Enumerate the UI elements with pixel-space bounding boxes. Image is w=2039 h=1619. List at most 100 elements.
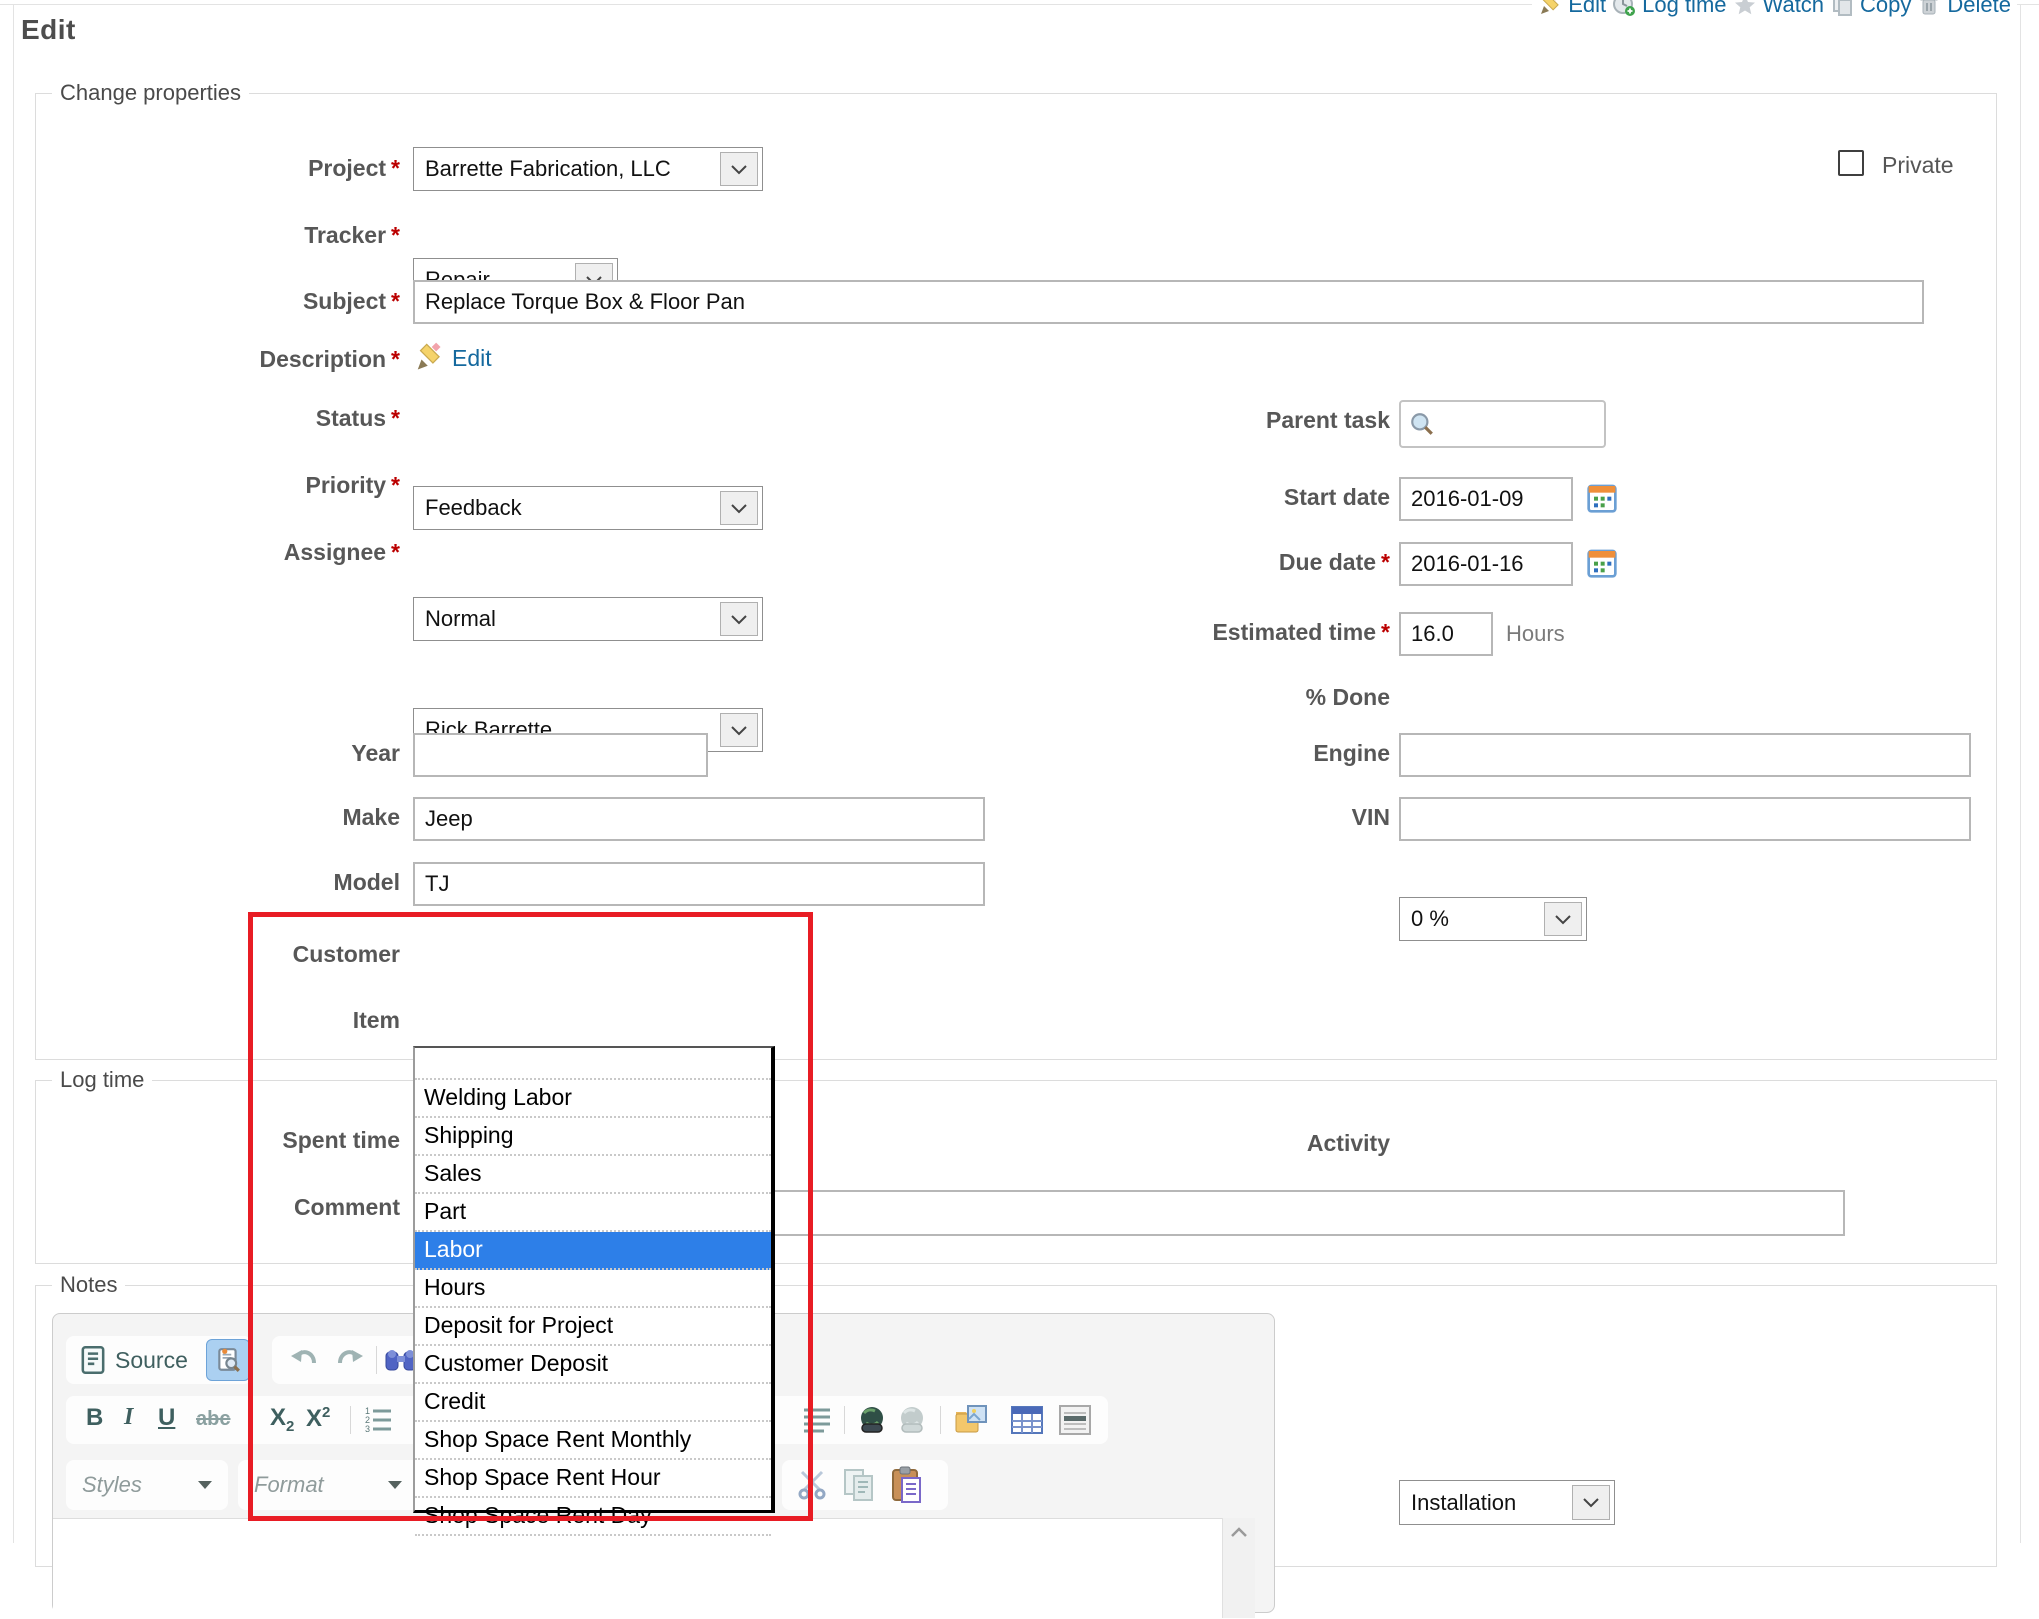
priority-label: Priority* bbox=[70, 472, 400, 499]
private-checkbox[interactable] bbox=[1838, 150, 1864, 176]
preview-button[interactable] bbox=[206, 1339, 250, 1381]
dropdown-option[interactable]: Shop Space Rent Day bbox=[415, 1498, 771, 1536]
toolbar-separator bbox=[940, 1406, 941, 1434]
superscript-button[interactable]: X2 bbox=[306, 1404, 330, 1433]
dropdown-option[interactable]: Sales bbox=[415, 1156, 771, 1194]
engine-label: Engine bbox=[1060, 740, 1390, 767]
priority-select[interactable]: Normal bbox=[413, 597, 763, 641]
unlink-icon[interactable] bbox=[896, 1404, 928, 1436]
redo-icon bbox=[334, 1347, 366, 1373]
trash-icon bbox=[1917, 0, 1941, 17]
cut-icon[interactable] bbox=[796, 1470, 828, 1500]
customer-label: Customer bbox=[70, 941, 400, 968]
description-label: Description* bbox=[70, 346, 400, 373]
assignee-label: Assignee* bbox=[70, 539, 400, 566]
styles-combo[interactable]: Styles bbox=[66, 1460, 228, 1510]
format-combo[interactable]: Format bbox=[238, 1460, 420, 1510]
page-right-border bbox=[2020, 4, 2021, 1543]
dropdown-option[interactable]: Shop Space Rent Monthly bbox=[415, 1422, 771, 1460]
log-time-legend: Log time bbox=[52, 1067, 152, 1093]
editor-scrollbar[interactable] bbox=[1222, 1518, 1255, 1618]
preview-icon bbox=[215, 1347, 241, 1373]
italic-button[interactable]: I bbox=[124, 1404, 133, 1431]
chevron-down-icon[interactable] bbox=[720, 152, 758, 186]
vin-label: VIN bbox=[1060, 804, 1390, 831]
undo-icon bbox=[288, 1347, 320, 1373]
start-date-input[interactable] bbox=[1399, 477, 1573, 521]
comment-label: Comment bbox=[70, 1194, 400, 1221]
vin-input[interactable] bbox=[1399, 797, 1971, 841]
due-date-input[interactable] bbox=[1399, 542, 1573, 586]
calendar-icon[interactable] bbox=[1586, 547, 1618, 579]
estimated-time-label: Estimated time* bbox=[1060, 619, 1390, 646]
chevron-down-icon[interactable] bbox=[720, 602, 758, 636]
dropdown-option[interactable] bbox=[415, 1048, 771, 1080]
paste-icon[interactable] bbox=[890, 1466, 924, 1504]
subject-input[interactable] bbox=[413, 280, 1924, 324]
item-label: Item bbox=[70, 1007, 400, 1034]
image-icon[interactable] bbox=[954, 1404, 990, 1436]
underline-button[interactable]: U bbox=[158, 1404, 175, 1432]
clock-plus-icon bbox=[1612, 0, 1636, 17]
status-label: Status* bbox=[70, 405, 400, 432]
dropdown-option[interactable]: Deposit for Project bbox=[415, 1308, 771, 1346]
engine-input[interactable] bbox=[1399, 733, 1971, 777]
scroll-up-icon[interactable] bbox=[1230, 1526, 1248, 1538]
toolbar-separator bbox=[844, 1406, 845, 1434]
strikethrough-button[interactable]: abc bbox=[196, 1408, 230, 1431]
undo-button[interactable] bbox=[288, 1347, 320, 1373]
delete-action[interactable]: Delete bbox=[1917, 0, 2011, 18]
copy-pages-icon[interactable] bbox=[842, 1468, 876, 1502]
subject-label: Subject* bbox=[70, 288, 400, 315]
log-time-action[interactable]: Log time bbox=[1612, 0, 1726, 18]
numbered-list-icon[interactable]: 123 bbox=[364, 1406, 394, 1434]
star-icon bbox=[1733, 0, 1757, 17]
dropdown-option[interactable]: Customer Deposit bbox=[415, 1346, 771, 1384]
document-lines-icon[interactable] bbox=[1058, 1404, 1092, 1436]
make-input[interactable] bbox=[413, 797, 985, 841]
log-time-fieldset: Log time bbox=[35, 1080, 1997, 1264]
toolbar-separator bbox=[350, 1406, 351, 1434]
bold-button[interactable]: B bbox=[86, 1404, 103, 1432]
chevron-down-icon[interactable] bbox=[720, 713, 758, 747]
estimated-time-input[interactable] bbox=[1399, 612, 1493, 656]
dropdown-option[interactable]: Shipping bbox=[415, 1118, 771, 1156]
toolbar-separator bbox=[252, 1406, 253, 1434]
required-asterisk: * bbox=[1376, 619, 1390, 645]
parent-task-input[interactable] bbox=[1399, 400, 1606, 448]
dropdown-option[interactable]: Hours bbox=[415, 1270, 771, 1308]
toolbar-separator bbox=[376, 1346, 377, 1374]
year-label: Year bbox=[70, 740, 400, 767]
required-asterisk: * bbox=[386, 539, 400, 565]
table-icon[interactable] bbox=[1010, 1404, 1044, 1436]
link-icon[interactable] bbox=[856, 1404, 888, 1436]
copy-action[interactable]: Copy bbox=[1830, 0, 1911, 18]
model-input[interactable] bbox=[413, 862, 985, 906]
dropdown-option[interactable]: Part bbox=[415, 1194, 771, 1232]
percent-done-select[interactable]: 0 % bbox=[1399, 897, 1587, 941]
dropdown-option[interactable]: Welding Labor bbox=[415, 1080, 771, 1118]
calendar-icon[interactable] bbox=[1586, 482, 1618, 514]
status-select[interactable]: Feedback bbox=[413, 486, 763, 530]
year-input[interactable] bbox=[413, 733, 708, 777]
dropdown-option-selected[interactable]: Labor bbox=[415, 1232, 771, 1270]
redo-button[interactable] bbox=[334, 1347, 366, 1373]
source-button[interactable]: Source bbox=[80, 1346, 188, 1374]
chevron-down-icon[interactable] bbox=[720, 491, 758, 525]
watch-action[interactable]: Watch bbox=[1733, 0, 1825, 18]
estimated-time-unit: Hours bbox=[1506, 621, 1565, 647]
justify-icon[interactable] bbox=[802, 1406, 832, 1434]
tracker-label: Tracker* bbox=[70, 222, 400, 249]
description-edit-link[interactable]: Edit bbox=[452, 345, 492, 372]
issue-action-bar: Edit Log time Watch Copy Delete bbox=[1532, 0, 2017, 22]
edit-action[interactable]: Edit bbox=[1538, 0, 1606, 18]
dropdown-option[interactable]: Credit bbox=[415, 1384, 771, 1422]
subscript-button[interactable]: X2 bbox=[270, 1404, 294, 1435]
dropdown-option[interactable]: Shop Space Rent Hour bbox=[415, 1460, 771, 1498]
item-dropdown-list[interactable]: Welding Labor Shipping Sales Part Labor … bbox=[413, 1046, 775, 1513]
project-select[interactable]: Barrette Fabrication, LLC bbox=[413, 147, 763, 191]
project-label: Project* bbox=[70, 155, 400, 182]
activity-label: Activity bbox=[1060, 1130, 1390, 1157]
toolbar-group-source: Source bbox=[66, 1336, 252, 1384]
chevron-down-icon[interactable] bbox=[1544, 902, 1582, 936]
